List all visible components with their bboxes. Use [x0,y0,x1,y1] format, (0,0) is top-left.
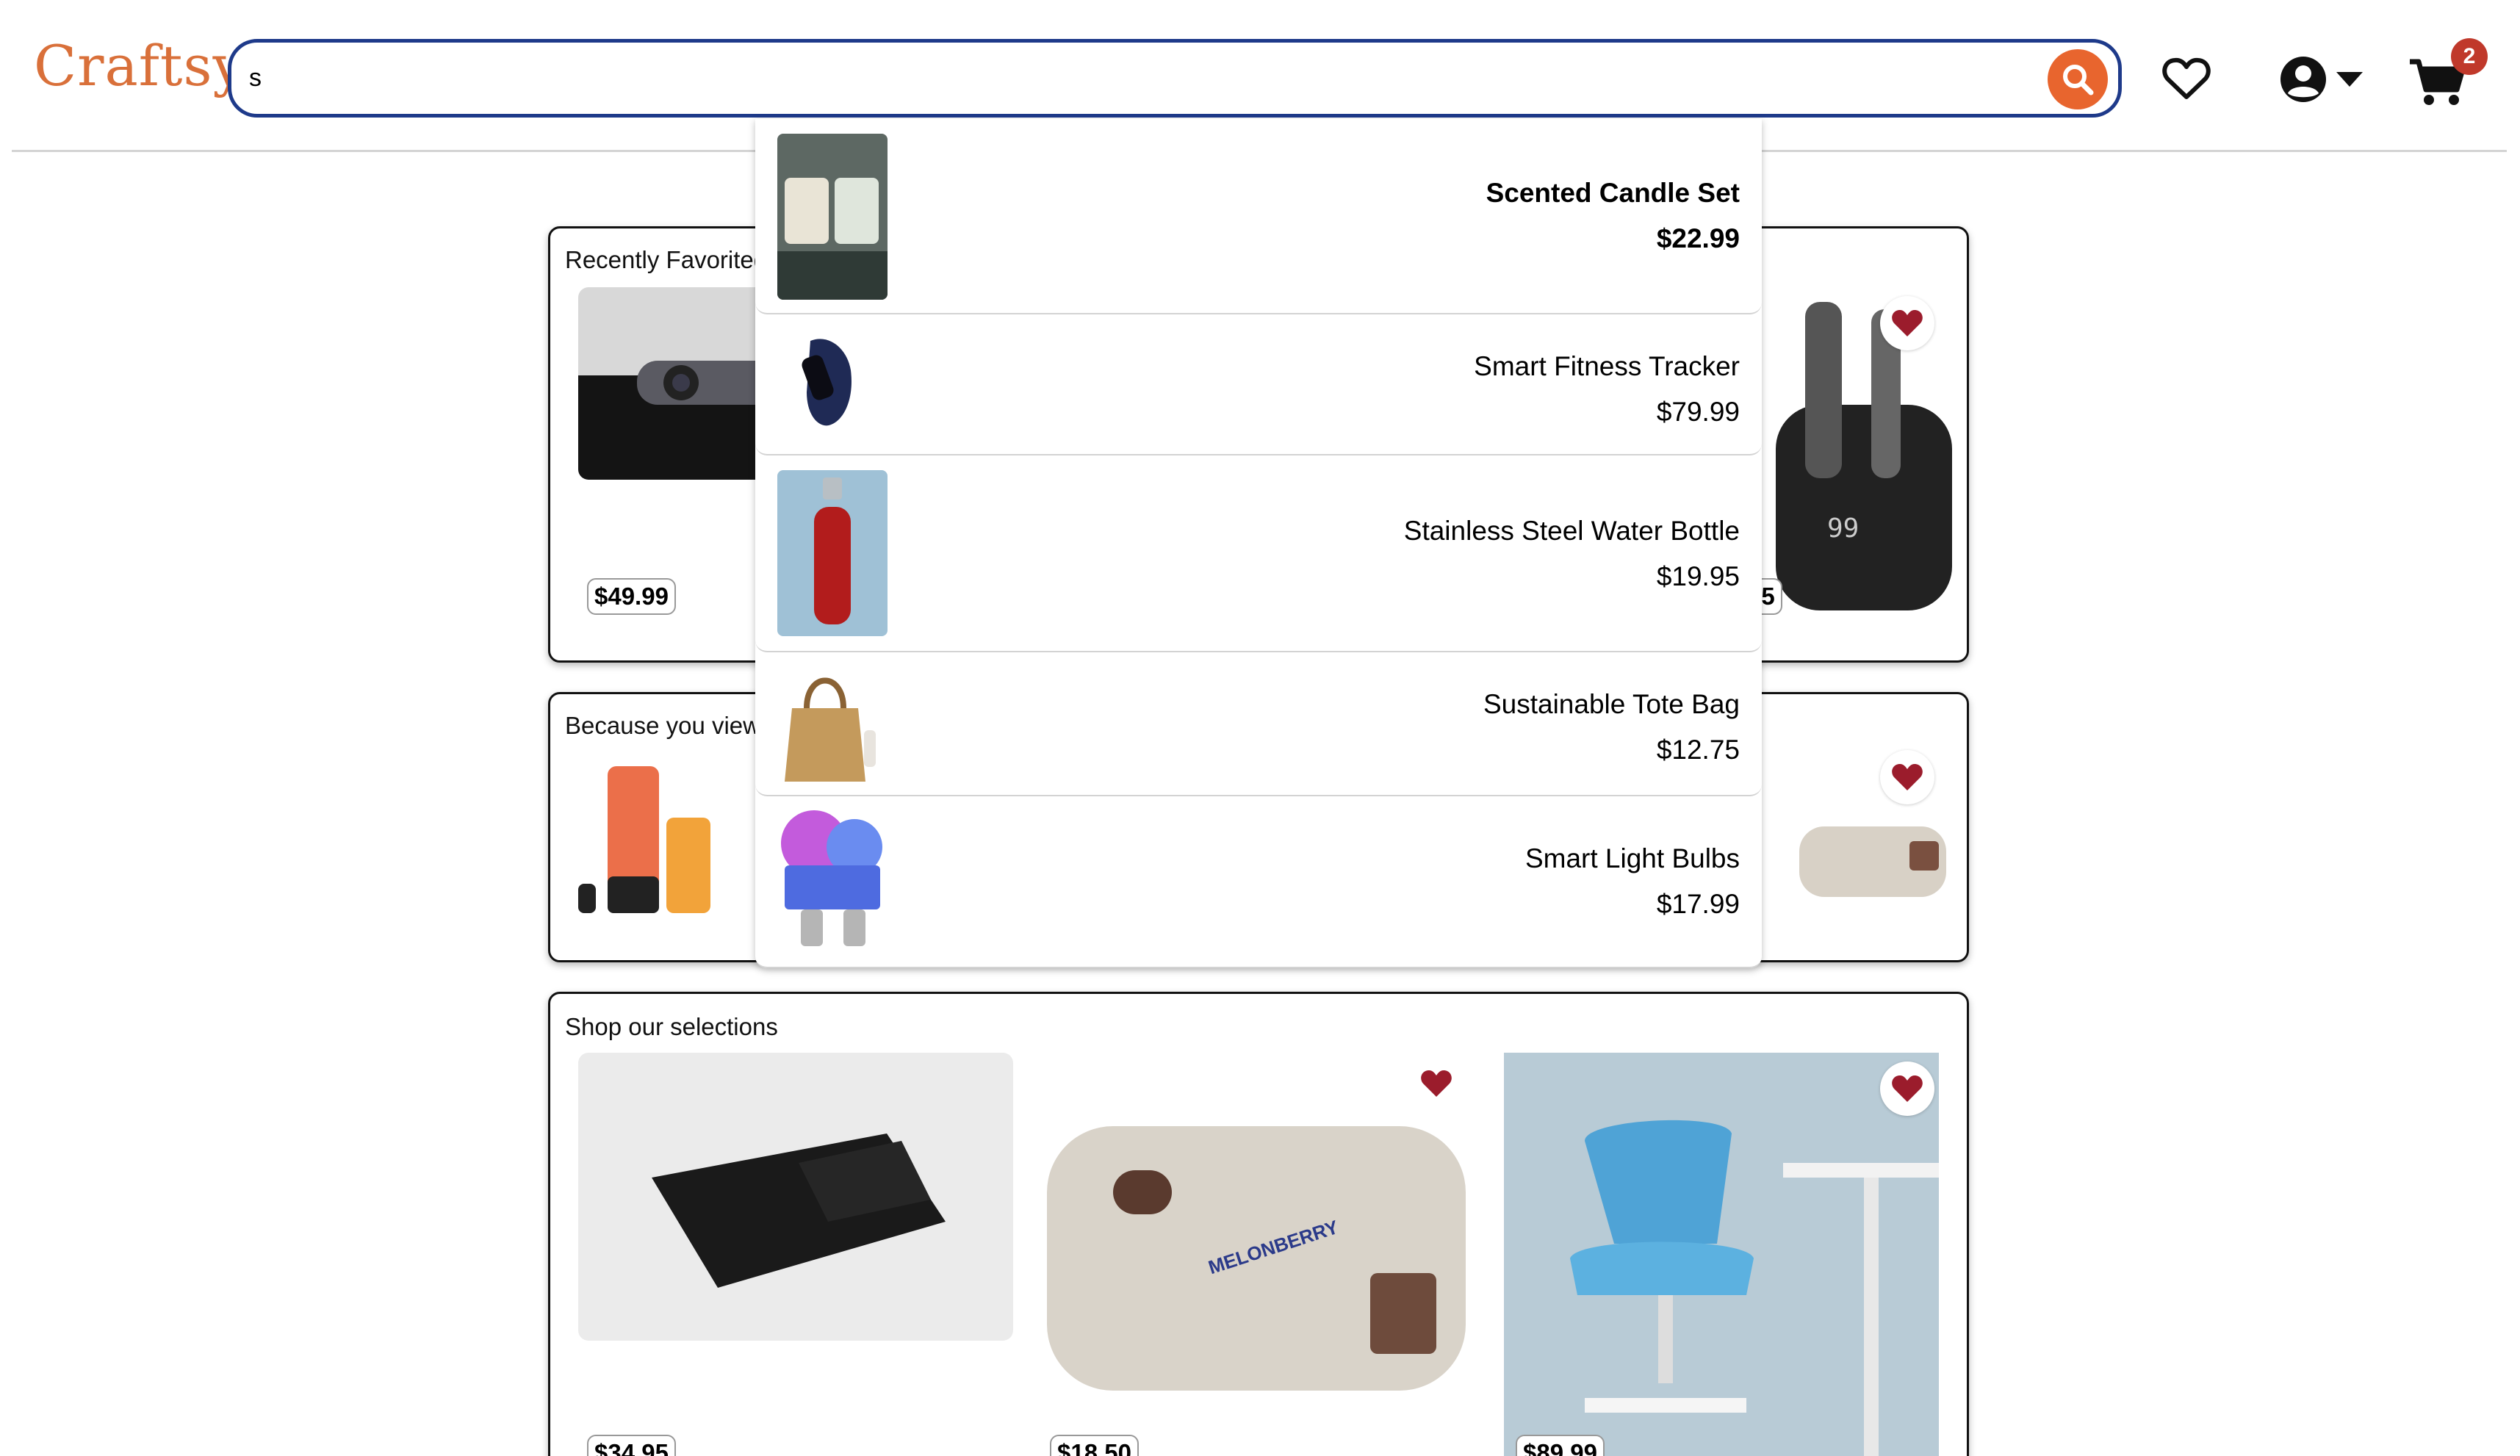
suggestion-item[interactable]: Smart Light Bulbs $17.99 [755,796,1762,968]
wallet-photo [578,1053,1013,1341]
shop-selections-section: Shop our selections $34.95 MELONBERRY $1… [548,992,1969,1456]
suggestion-thumbnail [777,664,888,785]
fitness-tracker-photo [777,326,888,436]
blender-photo [578,752,725,920]
suggestion-thumbnail [777,470,888,636]
favorite-toggle[interactable] [1880,296,1934,350]
suggestion-thumbnail [777,326,888,436]
suggestion-thumbnail [777,134,888,300]
product-image-blender[interactable] [578,752,725,920]
suggestion-item[interactable]: Sustainable Tote Bag $12.75 [755,652,1762,796]
candle-photo [777,134,888,300]
heart-icon [1421,1070,1452,1097]
heart-outline-icon [2162,57,2211,99]
suggestion-price: $12.75 [1656,735,1740,765]
price-tag: $49.99 [587,578,676,615]
water-bottle-photo [777,470,888,636]
melonberry-lunchbox-photo: MELONBERRY [1040,1053,1477,1435]
suggestion-name: Smart Light Bulbs [1524,843,1740,873]
heart-icon [1892,764,1923,790]
heart-icon [1892,1075,1923,1102]
suggestion-price: $19.95 [1656,561,1740,591]
suggestion-name: Sustainable Tote Bag [1483,689,1740,719]
favorites-link[interactable] [2157,53,2216,104]
suggestion-price: $17.99 [1656,889,1740,919]
caret-down-icon [2336,72,2363,87]
user-circle-icon [2280,57,2326,102]
favorite-toggle[interactable] [1414,1062,1458,1106]
suggestion-item[interactable]: Scented Candle Set $22.99 [755,119,1762,314]
svg-text:99: 99 [1827,513,1859,544]
search-icon [2063,65,2094,95]
heart-icon [1892,310,1923,336]
search-button[interactable] [2048,49,2108,109]
suggestion-item[interactable]: Stainless Steel Water Bottle $19.95 [755,455,1762,652]
product-image-wallet[interactable] [578,1053,1013,1341]
account-menu[interactable] [2276,48,2367,110]
brand-logo[interactable]: Craftsy [34,38,245,94]
section-title: Recently Favorited [565,246,768,273]
suggestion-thumbnail [777,807,888,958]
smart-bulbs-photo [777,807,888,958]
price-tag: $18.50 [1050,1435,1139,1456]
section-title: Shop our selections [565,1013,778,1040]
suggestion-price: $79.99 [1656,397,1740,427]
tote-bag-photo [777,664,888,785]
search-input[interactable] [249,56,1939,100]
favorite-toggle[interactable] [1880,1062,1934,1116]
search-suggestions-dropdown: Scented Candle Set $22.99 Smart Fitness … [755,119,1762,968]
search-bar [228,39,2122,118]
section-title: Because you viewe [565,712,774,739]
price-tag: $89.99 [1516,1435,1605,1456]
favorite-toggle[interactable] [1880,750,1934,804]
suggestion-name: Scented Candle Set [1486,178,1740,208]
suggestion-price: $22.99 [1656,223,1740,253]
suggestion-name: Smart Fitness Tracker [1474,351,1740,381]
cart-count-badge: 2 [2451,38,2488,75]
suggestion-name: Stainless Steel Water Bottle [1403,516,1740,546]
product-image-office-chair[interactable] [1504,1053,1939,1456]
price-tag: $34.95 [587,1435,676,1456]
office-chair-photo [1504,1053,1939,1456]
product-image-melonberry-lunchbox[interactable]: MELONBERRY [1040,1053,1477,1435]
cart-link[interactable]: 2 [2407,38,2488,112]
suggestion-item[interactable]: Smart Fitness Tracker $79.99 [755,314,1762,455]
